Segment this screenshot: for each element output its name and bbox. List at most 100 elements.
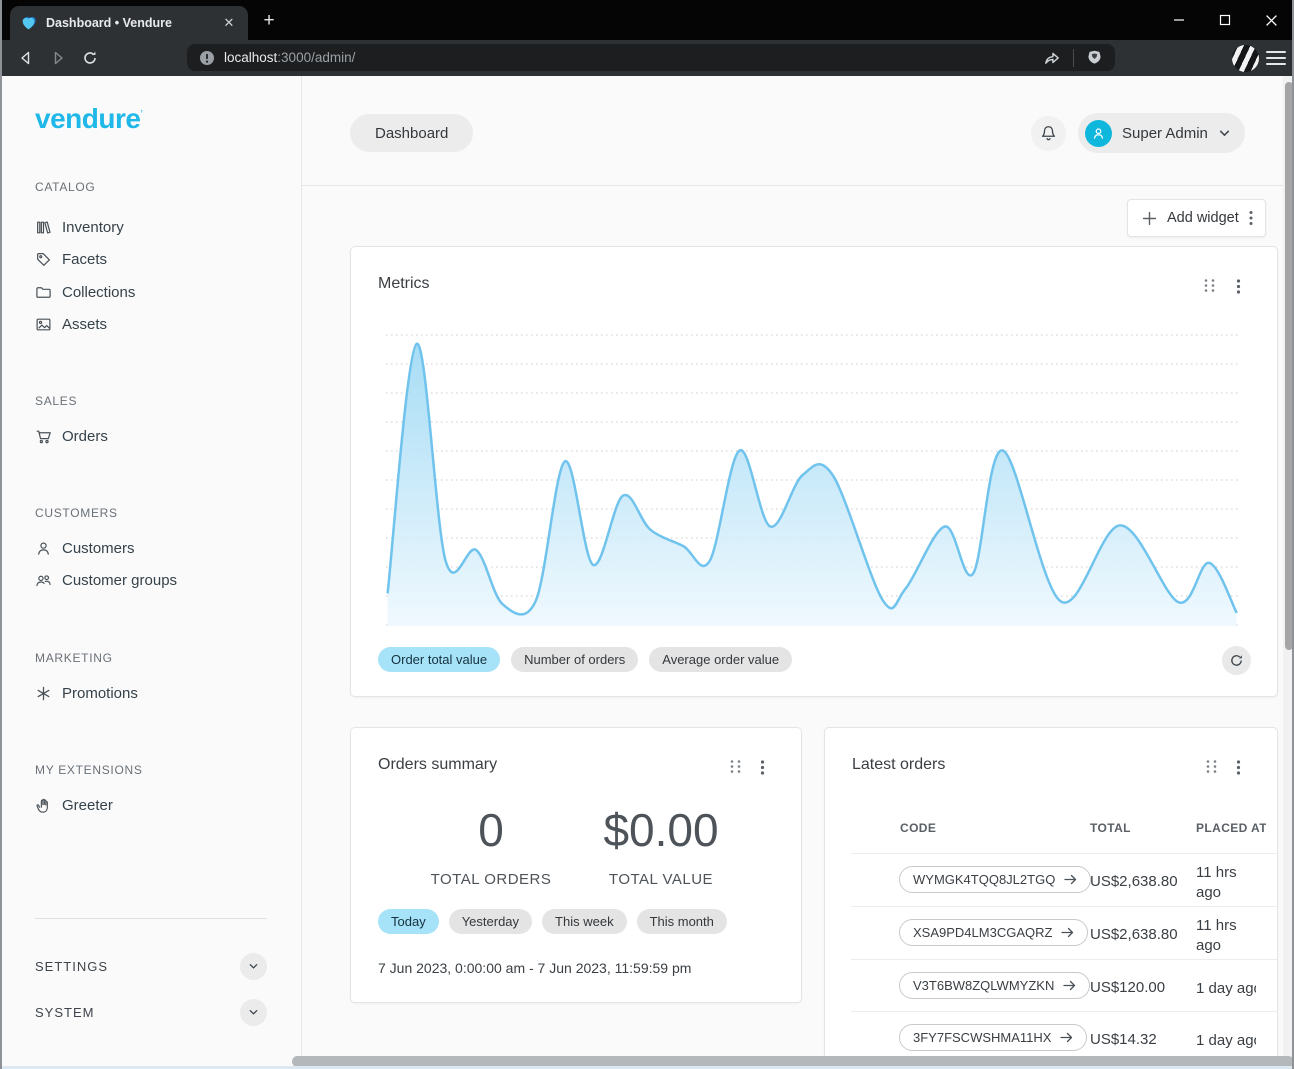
- drag-handle-icon[interactable]: [1203, 278, 1216, 293]
- window-minimize-button[interactable]: [1164, 8, 1194, 32]
- notifications-button[interactable]: [1031, 116, 1066, 151]
- table-row: XSA9PD4LM3CGAQRZ US$2,638.80 11 hrs ago: [825, 907, 1278, 959]
- range-tab-today[interactable]: Today: [378, 909, 439, 934]
- drag-handle-icon[interactable]: [1205, 759, 1218, 774]
- vertical-scrollbar-thumb[interactable]: [1285, 82, 1293, 650]
- browser-forward-button[interactable]: [46, 46, 70, 70]
- order-total: US$2,638.80: [1090, 873, 1178, 890]
- chevron-down-icon[interactable]: [240, 999, 267, 1026]
- user-avatar: [1085, 120, 1112, 147]
- date-range-text: 7 Jun 2023, 0:00:00 am - 7 Jun 2023, 11:…: [378, 960, 691, 976]
- browser-reload-button[interactable]: [78, 46, 102, 70]
- orders-summary-widget: Orders summary 0 TOTAL ORDERS $0.00 TOTA…: [350, 727, 802, 1003]
- order-code-link[interactable]: V3T6BW8ZQLWMYZKN: [899, 972, 1090, 999]
- settings-label: SETTINGS: [35, 959, 108, 974]
- inventory-books-icon: [35, 219, 52, 236]
- sidebar-section-customers: CUSTOMERS: [35, 506, 118, 520]
- arrow-right-icon: [1064, 874, 1077, 885]
- address-bar[interactable]: localhost:3000/admin/: [187, 44, 1115, 71]
- arrow-right-icon: [1061, 927, 1074, 938]
- order-total: US$14.32: [1090, 1031, 1157, 1048]
- share-icon[interactable]: [1042, 48, 1061, 67]
- browser-back-button[interactable]: [14, 46, 38, 70]
- sidebar-item-label: Promotions: [62, 685, 138, 702]
- kebab-menu-icon[interactable]: [1236, 278, 1241, 295]
- site-info-icon[interactable]: [199, 50, 215, 66]
- order-total: US$2,638.80: [1090, 926, 1178, 943]
- browser-tab-dashboard[interactable]: Dashboard • Vendure ✕: [10, 6, 248, 40]
- browser-profile-avatar[interactable]: [1232, 45, 1259, 72]
- content-divider: [302, 185, 1283, 186]
- sidebar-item-promotions[interactable]: Promotions: [35, 681, 138, 705]
- vendure-logo[interactable]: vendure’: [35, 103, 142, 135]
- image-icon: [35, 316, 52, 333]
- order-code: XSA9PD4LM3CGAQRZ: [913, 925, 1052, 940]
- range-tab-this-week[interactable]: This week: [542, 909, 627, 934]
- refresh-button[interactable]: [1222, 646, 1251, 675]
- chevron-down-icon: [1218, 127, 1231, 140]
- order-code-link[interactable]: XSA9PD4LM3CGAQRZ: [899, 919, 1088, 946]
- browser-menu-icon[interactable]: [1266, 48, 1286, 68]
- sidebar-item-greeter[interactable]: Greeter: [35, 793, 113, 817]
- url-host: localhost: [224, 50, 277, 65]
- breadcrumb-dashboard[interactable]: Dashboard: [350, 114, 473, 152]
- metrics-tab-average-order-value[interactable]: Average order value: [649, 647, 792, 672]
- plus-icon: [1142, 211, 1157, 226]
- window-close-button[interactable]: [1256, 8, 1286, 32]
- kebab-menu-icon[interactable]: [1249, 210, 1253, 226]
- order-placed-at: 1 day ago: [1196, 979, 1256, 999]
- sidebar-section-my-extensions: MY EXTENSIONS: [35, 763, 143, 777]
- sidebar-item-label: Orders: [62, 428, 108, 445]
- range-tab-yesterday[interactable]: Yesterday: [449, 909, 532, 934]
- metrics-tab-number-of-orders[interactable]: Number of orders: [511, 647, 638, 672]
- window-maximize-button[interactable]: [1210, 8, 1240, 32]
- total-orders-stat: 0 TOTAL ORDERS: [411, 803, 571, 888]
- cart-icon: [35, 428, 52, 445]
- order-code: 3FY7FSCWSHMA11HX: [913, 1030, 1051, 1045]
- kebab-menu-icon[interactable]: [760, 759, 765, 776]
- asterisk-icon: [35, 685, 52, 702]
- sidebar-section-marketing: MARKETING: [35, 651, 113, 665]
- add-widget-button[interactable]: Add widget: [1127, 199, 1266, 237]
- urlbar-divider: [1073, 49, 1074, 67]
- total-value-value: $0.00: [581, 803, 741, 857]
- sidebar-item-inventory[interactable]: Inventory: [35, 215, 124, 239]
- folder-icon: [35, 284, 52, 301]
- sidebar-item-customers[interactable]: Customers: [35, 536, 135, 560]
- sidebar-item-orders[interactable]: Orders: [35, 424, 108, 448]
- url-text: localhost:3000/admin/: [224, 50, 1042, 65]
- order-placed-at: 1 day ago: [1196, 1031, 1256, 1051]
- order-code-link[interactable]: 3FY7FSCWSHMA11HX: [899, 1024, 1087, 1051]
- sidebar-section-sales: SALES: [35, 394, 77, 408]
- user-menu-button[interactable]: Super Admin: [1078, 113, 1245, 153]
- range-tab-this-month[interactable]: This month: [637, 909, 727, 934]
- metrics-title: Metrics: [378, 275, 430, 293]
- table-row: WYMGK4TQQ8JL2TGQ US$2,638.80 11 hrs ago: [825, 854, 1278, 906]
- sidebar-divider: [35, 918, 267, 919]
- total-orders-label: TOTAL ORDERS: [411, 871, 571, 888]
- brave-shield-icon[interactable]: [1086, 49, 1103, 66]
- metrics-tab-order-total-value[interactable]: Order total value: [378, 647, 500, 672]
- sidebar-item-customer-groups[interactable]: Customer groups: [35, 568, 177, 592]
- column-header-code: CODE: [900, 821, 936, 835]
- user-name: Super Admin: [1122, 125, 1208, 142]
- tab-close-icon[interactable]: ✕: [220, 14, 238, 32]
- sidebar-item-assets[interactable]: Assets: [35, 312, 107, 336]
- chevron-down-icon[interactable]: [240, 953, 267, 980]
- logo-mark: ’: [140, 109, 142, 121]
- sidebar-item-label: Collections: [62, 284, 135, 301]
- arrow-right-icon: [1063, 980, 1076, 991]
- sidebar-system-toggle[interactable]: SYSTEM: [35, 998, 267, 1026]
- sidebar-settings-toggle[interactable]: SETTINGS: [35, 952, 267, 980]
- order-placed-at: 11 hrs ago: [1196, 916, 1254, 957]
- drag-handle-icon[interactable]: [729, 759, 742, 774]
- hand-icon: [35, 797, 52, 814]
- total-orders-value: 0: [411, 803, 571, 857]
- kebab-menu-icon[interactable]: [1236, 759, 1241, 776]
- browser-window: Dashboard • Vendure ✕ + localhost:3000/a…: [0, 0, 1294, 1069]
- sidebar-item-facets[interactable]: Facets: [35, 247, 107, 271]
- order-code-link[interactable]: WYMGK4TQQ8JL2TGQ: [899, 866, 1091, 893]
- new-tab-button[interactable]: +: [258, 11, 280, 33]
- sidebar-item-collections[interactable]: Collections: [35, 280, 135, 304]
- orders-summary-title: Orders summary: [378, 756, 497, 774]
